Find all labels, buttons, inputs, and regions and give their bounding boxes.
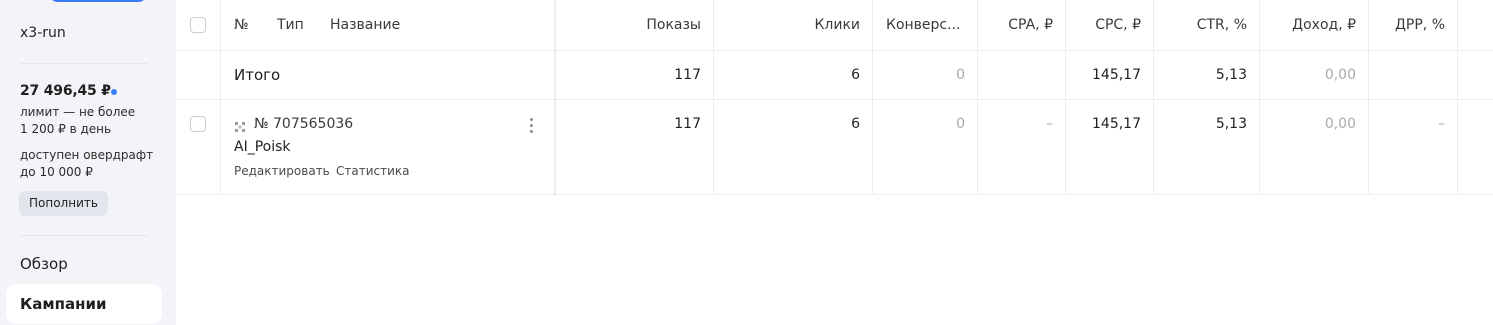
header-num[interactable]: № — [234, 0, 249, 50]
account-name[interactable]: x3-run — [20, 25, 66, 41]
header-impressions[interactable]: Показы — [556, 0, 713, 50]
total-cpc: 145,17 — [1092, 67, 1141, 83]
total-impressions: 117 — [674, 67, 701, 83]
sidebar: x3-run 27 496,45 ₽ лимит — не более 1 20… — [0, 0, 176, 325]
table-row[interactable]: № 707565036 AI_Poisk Редактировать Стати… — [176, 100, 1493, 195]
more-menu-icon[interactable] — [528, 116, 534, 134]
header-ctr[interactable]: CTR, % — [1153, 0, 1259, 50]
row-cpa: – — [1046, 116, 1053, 132]
select-all-checkbox[interactable] — [190, 17, 206, 33]
limit-text: лимит — не более 1 200 ₽ в день — [20, 105, 136, 136]
campaigns-table: № Тип Название Показы Клики Конверс... C… — [176, 0, 1493, 325]
divider — [20, 63, 148, 64]
statistics-link[interactable]: Статистика — [336, 164, 410, 178]
total-label: Итого — [234, 66, 281, 84]
overdraft-text: доступен овердрафт до 10 000 ₽ — [20, 148, 154, 179]
header-cpa[interactable]: CPA, ₽ — [977, 0, 1065, 50]
row-conversions: 0 — [956, 116, 965, 132]
header-conversions[interactable]: Конверс... — [886, 0, 977, 50]
account-balance: 27 496,45 ₽ — [20, 83, 111, 99]
row-drr: – — [1438, 116, 1445, 132]
header-name[interactable]: Название — [330, 0, 400, 50]
campaign-id: № 707565036 — [254, 116, 354, 132]
header-clicks[interactable]: Клики — [713, 0, 872, 50]
top-action-button[interactable] — [48, 0, 148, 2]
header-type[interactable]: Тип — [277, 0, 304, 50]
divider — [20, 235, 148, 236]
campaign-name[interactable]: AI_Poisk — [234, 139, 291, 155]
total-revenue: 0,00 — [1324, 67, 1356, 83]
row-cpc: 145,17 — [1092, 116, 1141, 132]
row-checkbox[interactable] — [190, 116, 206, 132]
nav-item-campaigns[interactable]: Кампании — [6, 284, 162, 324]
row-ctr: 5,13 — [1215, 116, 1247, 132]
total-conversions: 0 — [956, 67, 965, 83]
status-dot — [111, 89, 117, 95]
table-header: № Тип Название Показы Клики Конверс... C… — [176, 0, 1493, 51]
total-clicks: 6 — [851, 67, 860, 83]
pinned-column-shadow — [554, 0, 557, 195]
campaign-type-icon — [234, 118, 246, 132]
total-cpa — [977, 51, 1065, 99]
nav-item-overview[interactable]: Обзор — [6, 244, 162, 284]
total-ctr: 5,13 — [1215, 67, 1247, 83]
row-impressions: 117 — [674, 116, 701, 132]
total-row: Итого 117 6 0 145,17 5,13 0,00 — [176, 51, 1493, 100]
edit-link[interactable]: Редактировать — [234, 164, 330, 178]
total-drr — [1368, 51, 1457, 99]
row-revenue: 0,00 — [1324, 116, 1356, 132]
row-clicks: 6 — [851, 116, 860, 132]
topup-button[interactable]: Пополнить — [19, 191, 108, 216]
header-revenue[interactable]: Доход, ₽ — [1259, 0, 1368, 50]
header-cpc[interactable]: CPC, ₽ — [1065, 0, 1153, 50]
header-drr[interactable]: ДРР, % — [1368, 0, 1457, 50]
